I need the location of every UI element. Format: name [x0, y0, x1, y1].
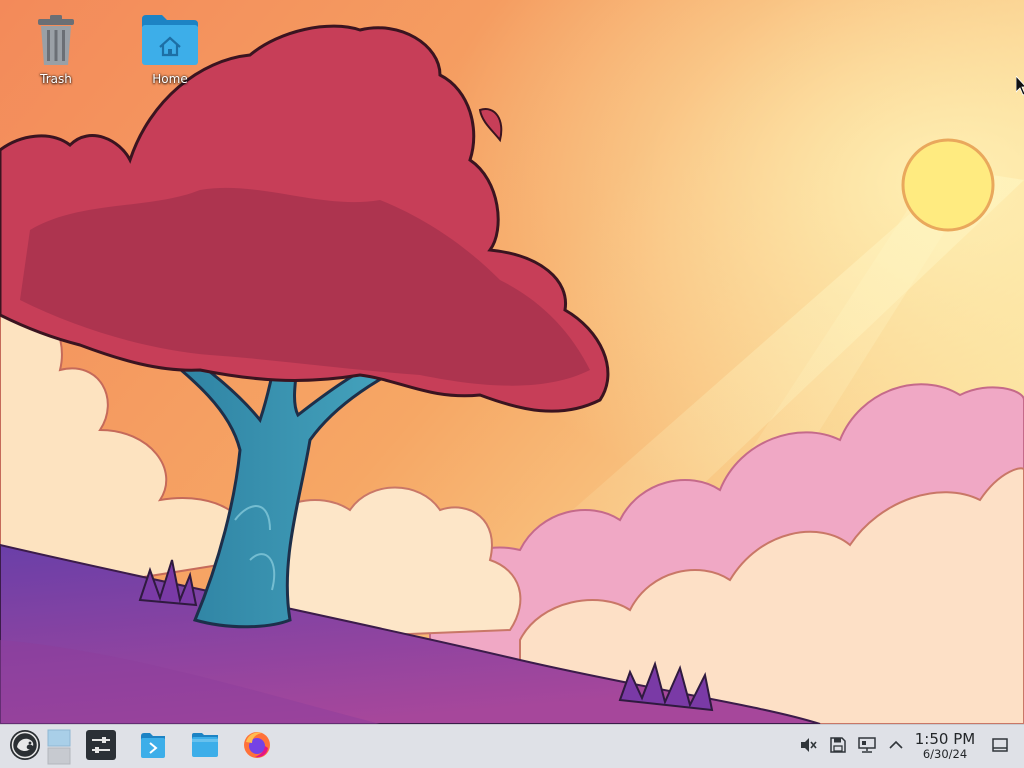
desktop-wallpaper[interactable] [0, 0, 1024, 724]
desktop-icon-label: Home [152, 72, 188, 86]
network-wired-icon [858, 736, 876, 758]
tray-volume-button[interactable] [798, 737, 818, 757]
taskbar-app-dolphin[interactable] [188, 729, 222, 765]
desktop-icon-home[interactable]: Home [130, 10, 210, 86]
settings-sliders-icon [86, 730, 116, 764]
tray-network-button[interactable] [857, 737, 877, 757]
tray-expand-button[interactable] [886, 737, 906, 757]
clock-time: 1:50 PM [914, 730, 976, 748]
floppy-disk-icon [829, 736, 847, 758]
desktop-icon-label: Trash [40, 72, 72, 86]
taskbar-app-system-settings[interactable] [84, 729, 118, 765]
home-folder-icon [140, 10, 200, 70]
file-manager-icon [190, 730, 220, 764]
show-desktop-button[interactable] [990, 737, 1010, 757]
mouse-cursor-icon [1015, 74, 1024, 100]
trash-icon [26, 10, 86, 70]
opensuse-logo-icon [9, 729, 41, 765]
firefox-icon [242, 730, 272, 764]
taskbar-panel: 1:50 PM 6/30/24 [0, 724, 1024, 768]
virtual-desktop-pager[interactable] [46, 729, 72, 765]
clock-date: 6/30/24 [922, 746, 968, 761]
digital-clock[interactable]: 1:50 PM 6/30/24 [908, 731, 982, 760]
show-desktop-icon [991, 736, 1009, 758]
chevron-up-icon [887, 736, 905, 758]
taskbar-app-firefox[interactable] [240, 729, 274, 765]
tray-disks-button[interactable] [828, 737, 848, 757]
desktop-icon-trash[interactable]: Trash [16, 10, 96, 86]
application-launcher-button[interactable] [6, 729, 44, 765]
software-center-icon [138, 730, 168, 764]
taskbar-app-discover[interactable] [136, 729, 170, 765]
speaker-muted-icon [799, 736, 817, 758]
